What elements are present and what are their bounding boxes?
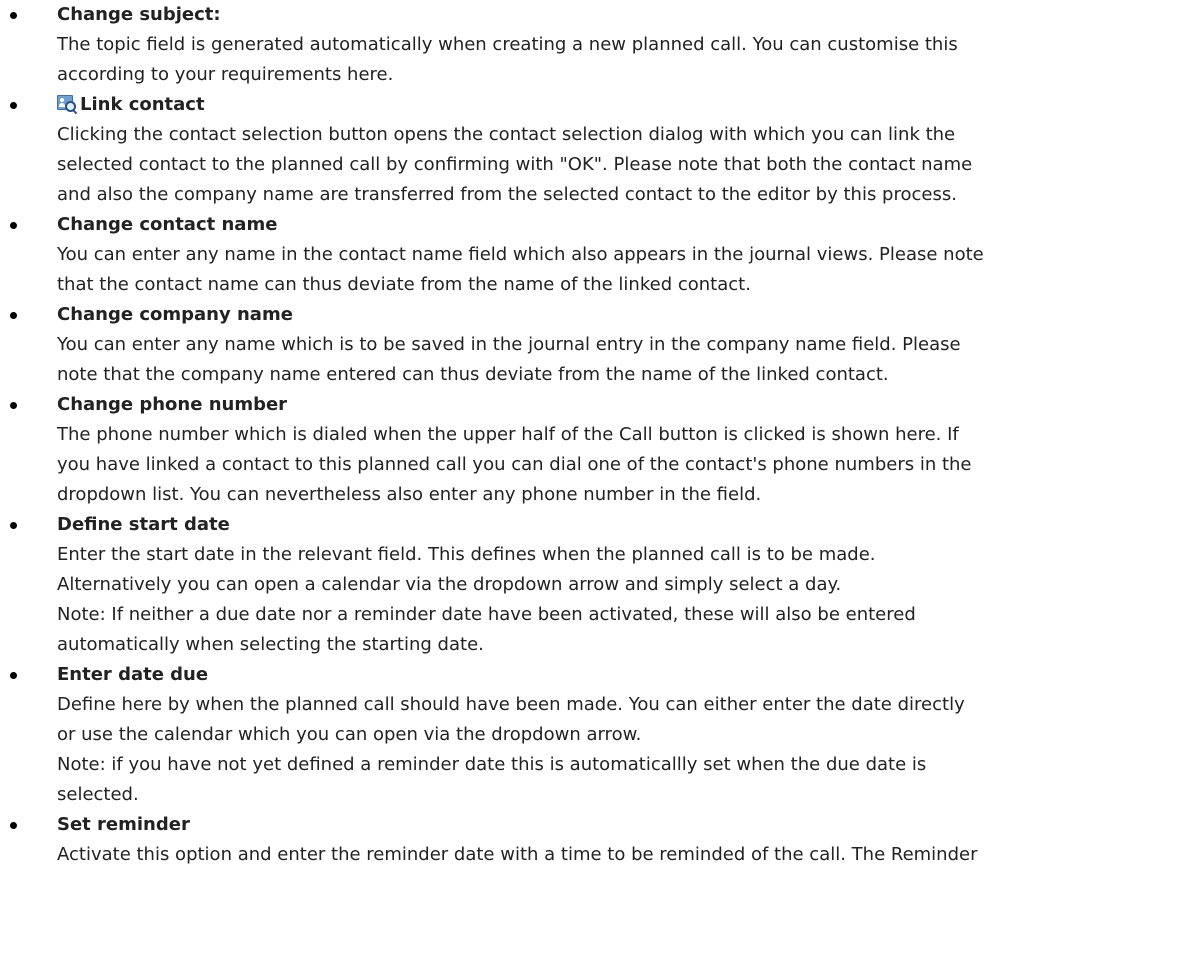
bullet-icon [10,312,17,319]
bullet-icon [10,402,17,409]
item-text: that the contact name can thus deviate f… [57,274,751,295]
item-text: Activate this option and enter the remin… [57,844,978,865]
item-text: selected. [57,784,139,805]
item-text: Enter the start date in the relevant fie… [57,544,876,565]
bullet-icon [10,672,17,679]
list-item-link-contact: Link contact Clicking the contact select… [0,90,1180,210]
item-text: automatically when selecting the startin… [57,634,484,655]
item-text: You can enter any name which is to be sa… [57,334,961,355]
contact-search-icon [57,94,78,115]
item-title: Set reminder [57,814,190,835]
item-text: selected contact to the planned call by … [57,154,973,175]
item-text: you have linked a contact to this planne… [57,454,972,475]
item-title: Define start date [57,514,230,535]
item-text: and also the company name are transferre… [57,184,957,205]
item-title-row: Link contact [57,90,1180,120]
bullet-icon [10,822,17,829]
item-text: Alternatively you can open a calendar vi… [57,574,842,595]
list-item-enter-date-due: Enter date due Define here by when the p… [0,660,1180,810]
item-text: Define here by when the planned call sho… [57,694,965,715]
item-title: Change subject: [57,4,221,25]
bullet-icon [10,222,17,229]
bullet-icon [10,102,17,109]
item-title: Enter date due [57,664,209,685]
list-item-define-start-date: Define start date Enter the start date i… [0,510,1180,660]
item-text: The phone number which is dialed when th… [57,424,959,445]
item-title: Change contact name [57,214,278,235]
item-title: Link contact [80,94,205,115]
item-title: Change phone number [57,394,288,415]
bullet-icon [10,522,17,529]
item-text: dropdown list. You can nevertheless also… [57,484,762,505]
item-text: note that the company name entered can t… [57,364,889,385]
bullet-icon [10,12,17,19]
list-item-change-company-name: Change company name You can enter any na… [0,300,1180,390]
list-item-change-subject: Change subject: The topic field is gener… [0,0,1180,90]
list-item-set-reminder: Set reminder Activate this option and en… [0,810,1180,870]
item-title: Change company name [57,304,293,325]
item-text: Note: If neither a due date nor a remind… [57,604,916,625]
list-item-change-contact-name: Change contact name You can enter any na… [0,210,1180,300]
item-text: The topic field is generated automatical… [57,34,958,55]
item-text: You can enter any name in the contact na… [57,244,984,265]
list-item-change-phone-number: Change phone number The phone number whi… [0,390,1180,510]
item-text: according to your requirements here. [57,64,394,85]
help-document: Change subject: The topic field is gener… [0,0,1180,870]
item-text: Note: if you have not yet defined a remi… [57,754,927,775]
item-text: Clicking the contact selection button op… [57,124,956,145]
item-text: or use the calendar which you can open v… [57,724,642,745]
